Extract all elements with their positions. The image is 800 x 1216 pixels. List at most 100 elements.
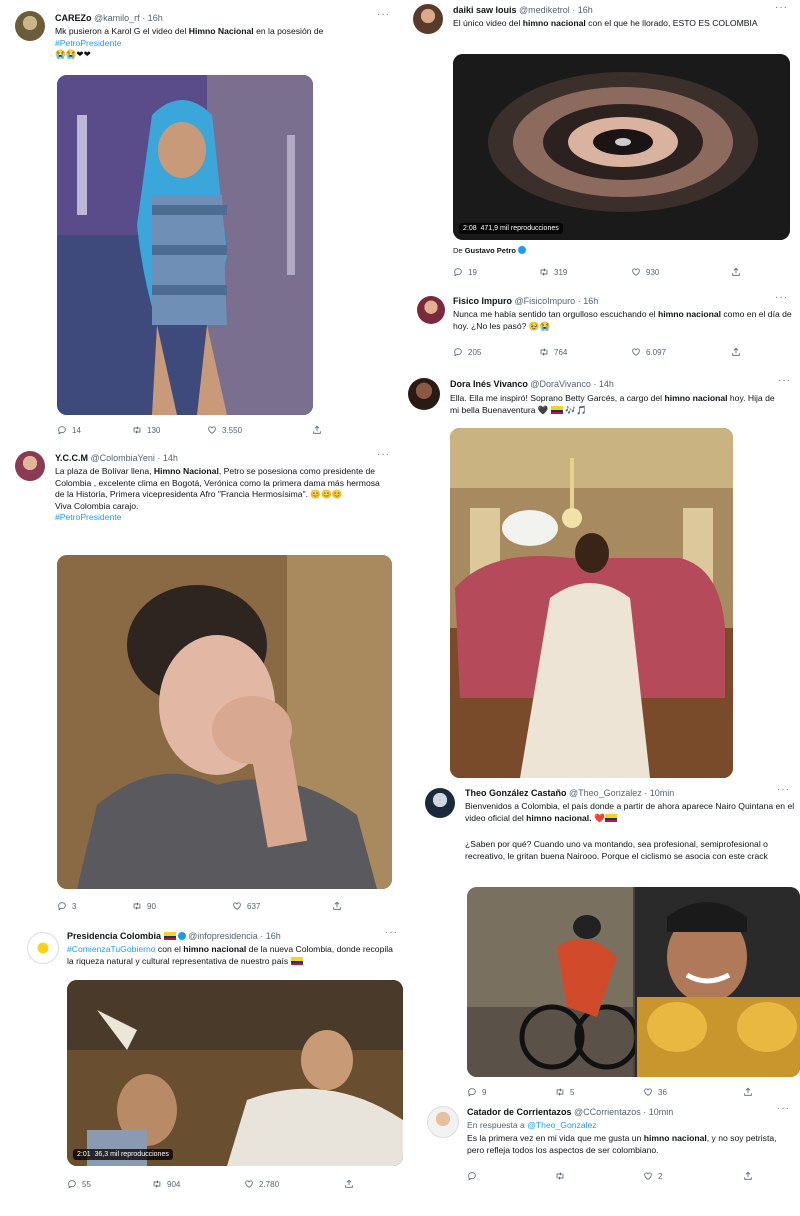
hashtag[interactable]: #PetroPresidente xyxy=(55,512,121,522)
reply-button[interactable]: 14 xyxy=(57,424,132,436)
more-icon[interactable]: ··· xyxy=(778,375,791,386)
avatar[interactable] xyxy=(27,932,59,964)
like-button[interactable]: 36 xyxy=(643,1086,743,1098)
author-name[interactable]: Dora Inés Vivanco xyxy=(450,379,528,389)
tweet-card[interactable]: Dora Inés Vivanco @DoraVivanco · 14h ···… xyxy=(400,372,800,782)
reply-button[interactable]: 55 xyxy=(67,1178,152,1190)
tweet-text: Mk pusieron a Karol G el video del Himno… xyxy=(55,26,324,59)
tweet-time[interactable]: · 10min xyxy=(644,788,674,798)
author-handle[interactable]: @DoraVivanco xyxy=(530,379,591,389)
tweet-card[interactable]: CAREZo @kamilo_rf · 16h ··· Mk pusieron … xyxy=(5,5,400,440)
retweet-count: 130 xyxy=(147,425,161,435)
tweet-card[interactable]: Theo González Castaño @Theo_Gonzalez · 1… xyxy=(415,782,800,1102)
tweet-time[interactable]: · 16h xyxy=(578,296,599,306)
like-icon xyxy=(244,1179,254,1189)
author-handle[interactable]: @Theo_Gonzalez xyxy=(569,788,642,798)
tweet-time[interactable]: · 14h xyxy=(593,379,614,389)
author-handle[interactable]: @CCorrientazos xyxy=(574,1107,641,1117)
retweet-button[interactable]: 904 xyxy=(152,1178,244,1190)
author-name[interactable]: Theo González Castaño xyxy=(465,788,567,798)
reply-icon xyxy=(453,267,463,277)
like-button[interactable]: 637 xyxy=(232,900,332,912)
more-icon[interactable]: ··· xyxy=(777,1103,790,1114)
author-handle[interactable]: @FisicoImpuro xyxy=(515,296,576,306)
hashtag[interactable]: #PetroPresidente xyxy=(55,38,121,48)
tweet-video[interactable]: 2:08 471,9 mil reproducciones xyxy=(453,54,790,240)
avatar[interactable] xyxy=(427,1106,459,1138)
reply-icon xyxy=(467,1171,477,1181)
author-name[interactable]: Fisico Impuro xyxy=(453,296,512,306)
reply-button[interactable]: 205 xyxy=(453,346,539,358)
author-handle[interactable]: @ColombiaYeni xyxy=(91,453,155,463)
author-name[interactable]: Presidencia Colombia xyxy=(67,931,161,941)
tweet-card[interactable]: Catador de Corrientazos @CCorrientazos ·… xyxy=(415,1102,800,1197)
share-button[interactable] xyxy=(743,1170,753,1182)
reply-button[interactable]: 3 xyxy=(57,900,132,912)
tweet-text: Ella. Ella me inspiró! Soprano Betty Gar… xyxy=(450,393,775,415)
reply-button[interactable]: 19 xyxy=(453,266,539,278)
share-button[interactable] xyxy=(743,1086,753,1098)
avatar[interactable] xyxy=(425,788,455,818)
more-icon[interactable]: ··· xyxy=(377,9,390,20)
reply-to-link[interactable]: @Theo_Gonzalez xyxy=(527,1120,596,1130)
avatar[interactable] xyxy=(413,4,443,34)
avatar[interactable] xyxy=(15,11,45,41)
retweet-button[interactable]: 130 xyxy=(132,424,207,436)
reply-button[interactable] xyxy=(467,1170,555,1182)
tweet-photo[interactable] xyxy=(57,555,392,889)
share-button[interactable] xyxy=(731,346,741,358)
share-button[interactable] xyxy=(731,266,741,278)
retweet-button[interactable]: 764 xyxy=(539,346,631,358)
like-button[interactable]: 6.097 xyxy=(631,346,731,358)
reply-context: En respuesta a @Theo_Gonzalez xyxy=(467,1120,597,1130)
author-handle[interactable]: @kamilo_rf xyxy=(94,13,140,23)
share-button[interactable] xyxy=(344,1178,354,1190)
more-icon[interactable]: ··· xyxy=(377,449,390,460)
author-handle[interactable]: @infopresidencia xyxy=(188,931,258,941)
more-icon[interactable]: ··· xyxy=(777,784,790,795)
tweet-time[interactable]: · 16h xyxy=(572,5,593,15)
tweet-card[interactable]: Fisico Impuro @FisicoImpuro · 16h ··· Nu… xyxy=(405,290,800,365)
like-button[interactable]: 930 xyxy=(631,266,731,278)
author-handle[interactable]: @mediketrol xyxy=(519,5,570,15)
like-icon xyxy=(643,1087,653,1097)
retweet-button[interactable]: 5 xyxy=(555,1086,643,1098)
author-name[interactable]: Catador de Corrientazos xyxy=(467,1107,572,1117)
hashtag[interactable]: #ComienzaTuGobierno xyxy=(67,944,156,954)
avatar[interactable] xyxy=(417,296,445,324)
source-author[interactable]: Gustavo Petro xyxy=(465,246,516,255)
tweet-card[interactable]: Y.C.C.M @ColombiaYeni · 14h ··· La plaza… xyxy=(5,445,400,915)
tweet-time[interactable]: · 16h xyxy=(142,13,163,23)
tweet-time[interactable]: · 14h xyxy=(157,453,178,463)
tweet-video[interactable]: 2:01 36,3 mil reproducciones xyxy=(67,980,403,1166)
retweet-button[interactable]: 319 xyxy=(539,266,631,278)
tweet-photo[interactable] xyxy=(450,428,733,778)
author-name[interactable]: CAREZo xyxy=(55,13,92,23)
more-icon[interactable]: ··· xyxy=(775,2,788,13)
more-icon[interactable]: ··· xyxy=(385,927,398,938)
retweet-icon xyxy=(539,267,549,277)
share-button[interactable] xyxy=(312,424,322,436)
like-button[interactable]: 3.550 xyxy=(207,424,312,436)
photo-karol-g xyxy=(57,75,313,415)
author-name[interactable]: Y.C.C.M xyxy=(55,453,88,463)
more-icon[interactable]: ··· xyxy=(775,292,788,303)
avatar[interactable] xyxy=(15,451,45,481)
share-button[interactable] xyxy=(332,900,342,912)
like-button[interactable]: 2 xyxy=(643,1170,743,1182)
avatar[interactable] xyxy=(408,378,440,410)
tweet-time[interactable]: · 10min xyxy=(643,1107,673,1117)
tweet-time[interactable]: · 16h xyxy=(260,931,281,941)
tweet-card[interactable]: daiki saw louis @mediketrol · 16h ··· El… xyxy=(405,0,800,285)
tweet-photo[interactable] xyxy=(57,75,313,415)
tweet-photo[interactable] xyxy=(467,887,800,1077)
author-name[interactable]: daiki saw louis xyxy=(453,5,517,15)
tweet-text: #ComienzaTuGobierno con el himno naciona… xyxy=(67,944,393,966)
like-count: 637 xyxy=(247,901,261,911)
retweet-button[interactable]: 90 xyxy=(132,900,232,912)
retweet-button[interactable] xyxy=(555,1170,643,1182)
reply-icon xyxy=(467,1087,477,1097)
tweet-card[interactable]: Presidencia Colombia @infopresidencia · … xyxy=(5,922,410,1212)
reply-button[interactable]: 9 xyxy=(467,1086,555,1098)
like-button[interactable]: 2.780 xyxy=(244,1178,344,1190)
